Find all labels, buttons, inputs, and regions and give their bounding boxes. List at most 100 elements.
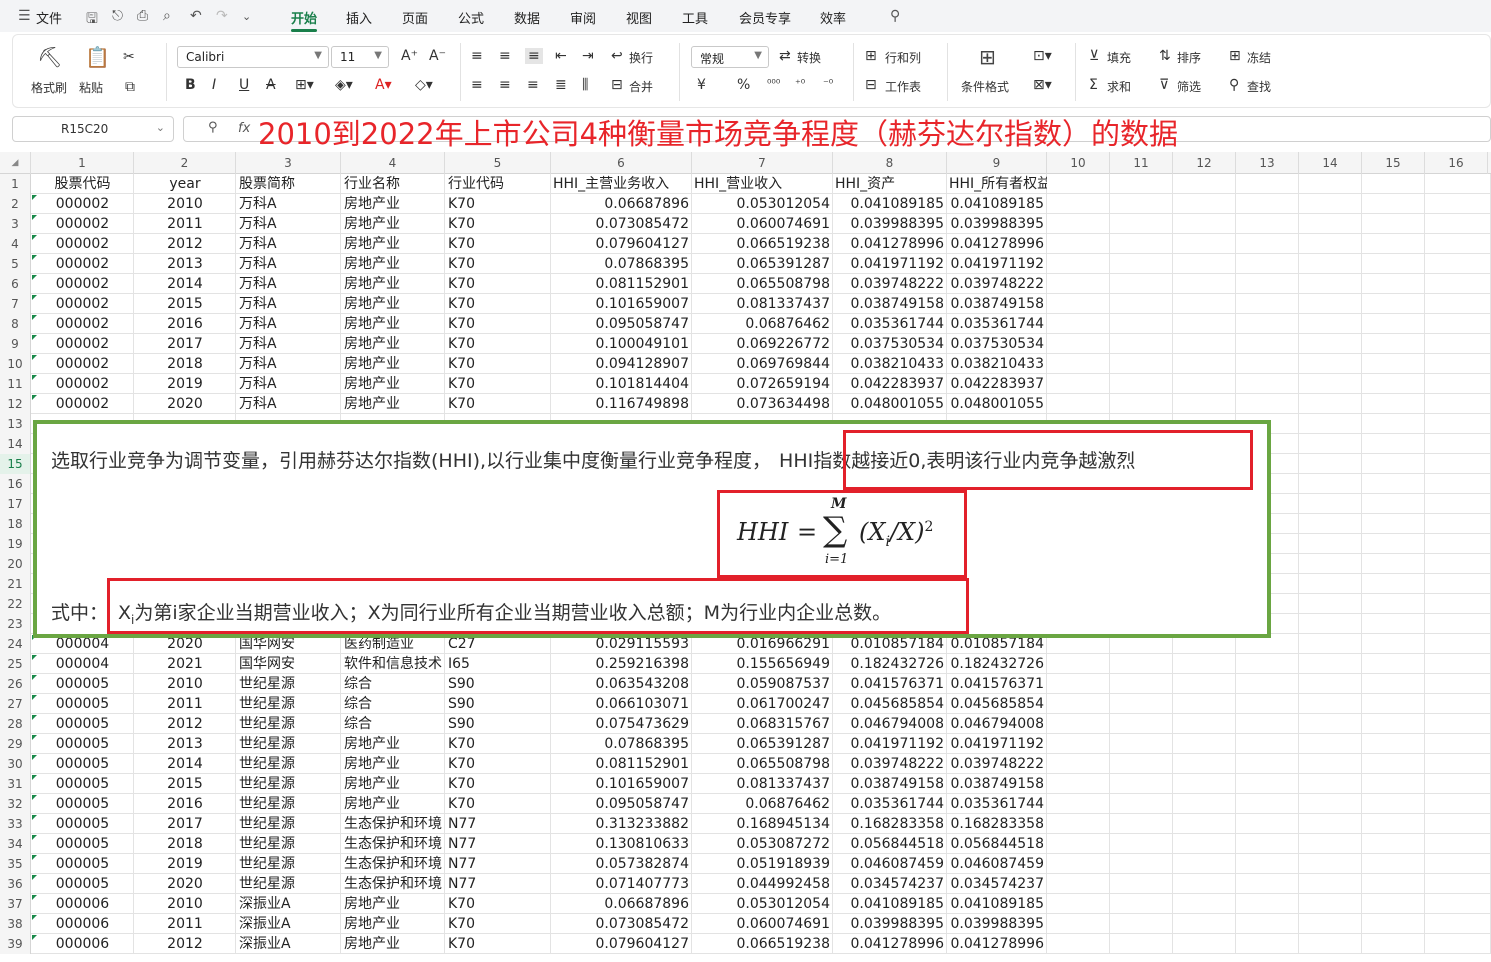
row-header-27[interactable]: 27 xyxy=(0,694,31,714)
table-cell[interactable]: 0.041576371 xyxy=(947,674,1047,694)
undo-icon[interactable]: ↶ xyxy=(190,8,202,24)
table-cell[interactable]: 0.038749158 xyxy=(833,774,947,794)
merge-icon[interactable]: ⊟ xyxy=(611,77,623,93)
table-cell[interactable]: 0.155656949 xyxy=(692,654,833,674)
table-cell[interactable]: 2012 xyxy=(134,234,236,254)
col-header-16[interactable]: 16 xyxy=(1425,152,1488,174)
row-header-22[interactable]: 22 xyxy=(0,594,31,614)
table-cell[interactable]: 000005 xyxy=(31,674,134,694)
table-cell[interactable]: 房地产业 xyxy=(341,274,445,294)
table-header-cell[interactable]: year xyxy=(134,174,236,194)
row-header-16[interactable]: 16 xyxy=(0,474,31,494)
table-cell[interactable]: 000002 xyxy=(31,294,134,314)
table-cell[interactable]: 万科A xyxy=(236,194,341,214)
table-cell[interactable]: 2015 xyxy=(134,294,236,314)
table-cell[interactable]: 世纪星源 xyxy=(236,854,341,874)
indent-increase-icon[interactable]: ⇥ xyxy=(582,48,594,64)
save-icon[interactable]: 🖫 xyxy=(86,8,98,32)
table-cell[interactable]: 0.072659194 xyxy=(692,374,833,394)
table-cell[interactable]: 2014 xyxy=(134,274,236,294)
table-cell[interactable]: 2011 xyxy=(134,914,236,934)
align-left-icon[interactable]: ≡ xyxy=(471,77,483,93)
table-cell[interactable]: 0.073634498 xyxy=(692,394,833,414)
decimal-decrease-icon[interactable]: ⁻⁰ xyxy=(823,77,833,90)
table-cell[interactable]: 000002 xyxy=(31,314,134,334)
table-cell[interactable]: 0.068315767 xyxy=(692,714,833,734)
table-cell[interactable]: 0.079604127 xyxy=(551,234,692,254)
table-cell[interactable]: 0.046794008 xyxy=(947,714,1047,734)
table-cell[interactable]: 0.100049101 xyxy=(551,334,692,354)
table-cell[interactable]: 0.081152901 xyxy=(551,754,692,774)
font-name-select[interactable]: Calibri ▼ xyxy=(177,46,329,68)
col-header-7[interactable]: 7 xyxy=(692,152,833,174)
table-cell[interactable]: 2010 xyxy=(134,894,236,914)
table-cell[interactable]: 房地产业 xyxy=(341,374,445,394)
fill-icon[interactable]: ⊻ xyxy=(1089,48,1099,64)
row-header-33[interactable]: 33 xyxy=(0,814,31,834)
tab-efficiency[interactable]: 效率 xyxy=(820,8,846,27)
table-cell[interactable]: 000005 xyxy=(31,774,134,794)
table-cell[interactable]: 2011 xyxy=(134,694,236,714)
table-cell[interactable]: 0.038210433 xyxy=(833,354,947,374)
print-icon[interactable]: ⎙ xyxy=(137,8,148,24)
table-cell[interactable]: S90 xyxy=(445,694,551,714)
table-cell[interactable]: K70 xyxy=(445,294,551,314)
col-header-4[interactable]: 4 xyxy=(341,152,445,174)
table-cell[interactable]: 2010 xyxy=(134,194,236,214)
row-header-19[interactable]: 19 xyxy=(0,534,31,554)
row-header-2[interactable]: 2 xyxy=(0,194,31,214)
chevron-down-icon[interactable]: ⌄ xyxy=(156,121,165,134)
table-cell[interactable]: 万科A xyxy=(236,274,341,294)
table-cell[interactable]: 0.063543208 xyxy=(551,674,692,694)
align-middle-icon[interactable]: ≡ xyxy=(499,48,511,64)
decimal-increase-icon[interactable]: ⁺⁰ xyxy=(795,77,805,90)
table-cell[interactable]: 000005 xyxy=(31,694,134,714)
table-cell[interactable]: 0.071407773 xyxy=(551,874,692,894)
conditional-format-icon[interactable]: ⊞ xyxy=(979,45,996,69)
row-header-34[interactable]: 34 xyxy=(0,834,31,854)
row-header-14[interactable]: 14 xyxy=(0,434,31,454)
table-cell[interactable]: 2015 xyxy=(134,774,236,794)
table-cell[interactable]: 0.182432726 xyxy=(833,654,947,674)
table-cell[interactable]: 0.042283937 xyxy=(833,374,947,394)
col-header-3[interactable]: 3 xyxy=(236,152,341,174)
table-cell[interactable]: 万科A xyxy=(236,354,341,374)
table-cell[interactable]: 0.046794008 xyxy=(833,714,947,734)
hamburger-icon[interactable]: ☰ xyxy=(18,8,31,24)
table-cell[interactable]: 万科A xyxy=(236,394,341,414)
table-cell[interactable]: 000005 xyxy=(31,814,134,834)
table-cell[interactable]: K70 xyxy=(445,374,551,394)
table-cell[interactable]: 世纪星源 xyxy=(236,734,341,754)
table-cell[interactable]: 0.038210433 xyxy=(947,354,1047,374)
menu-file[interactable]: 文件 xyxy=(36,8,62,27)
table-cell[interactable]: 0.116749898 xyxy=(551,394,692,414)
table-cell[interactable]: 0.065391287 xyxy=(692,734,833,754)
align-top-icon[interactable]: ≡ xyxy=(471,48,483,64)
table-cell[interactable]: 0.041089185 xyxy=(947,194,1047,214)
table-cell[interactable]: 0.042283937 xyxy=(947,374,1047,394)
table-cell[interactable]: 房地产业 xyxy=(341,774,445,794)
table-cell[interactable]: 0.041089185 xyxy=(947,894,1047,914)
table-cell[interactable]: K70 xyxy=(445,754,551,774)
merge-label[interactable]: 合并 xyxy=(629,78,653,95)
table-cell[interactable]: 世纪星源 xyxy=(236,794,341,814)
table-cell[interactable]: 0.079604127 xyxy=(551,934,692,954)
find-label[interactable]: 查找 xyxy=(1247,78,1271,95)
copy-icon[interactable]: ⧉ xyxy=(125,79,135,95)
format-painter-label[interactable]: 格式刷 xyxy=(31,79,67,96)
table-cell[interactable]: K70 xyxy=(445,314,551,334)
table-cell[interactable]: 0.101659007 xyxy=(551,774,692,794)
fx-icon[interactable]: fx xyxy=(238,121,250,136)
sort-label[interactable]: 排序 xyxy=(1177,49,1201,66)
table-cell[interactable]: 生态保护和环境 xyxy=(341,874,445,894)
font-grow-icon[interactable]: A⁺ xyxy=(401,48,418,64)
col-header-11[interactable]: 11 xyxy=(1110,152,1173,174)
table-cell[interactable]: 0.06876462 xyxy=(692,314,833,334)
table-cell[interactable]: 世纪星源 xyxy=(236,834,341,854)
table-cell[interactable]: N77 xyxy=(445,834,551,854)
table-cell[interactable]: 房地产业 xyxy=(341,314,445,334)
worksheet-icon[interactable]: ⊟ xyxy=(865,77,877,93)
row-header-36[interactable]: 36 xyxy=(0,874,31,894)
table-cell[interactable]: 0.06687896 xyxy=(551,894,692,914)
table-cell[interactable]: 000002 xyxy=(31,394,134,414)
